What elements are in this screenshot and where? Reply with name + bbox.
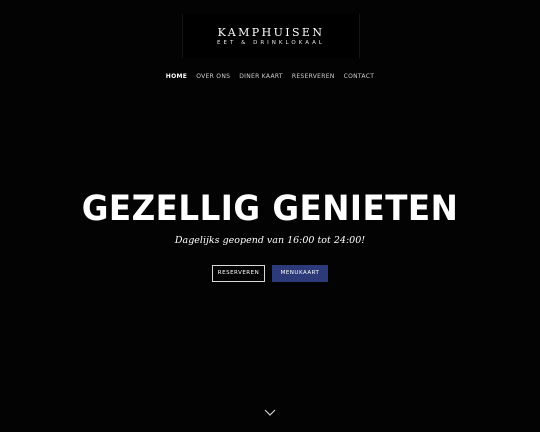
- hero-title: GEZELLIG GENIETEN: [81, 189, 459, 229]
- nav-item-contact[interactable]: Contact: [344, 73, 375, 81]
- nav-item-reserveren[interactable]: Reserveren: [292, 73, 335, 81]
- chevron-down-icon[interactable]: [264, 402, 276, 416]
- main-navigation: Home Over ons Diner kaart Reserveren Con…: [0, 73, 540, 81]
- nav-item-home[interactable]: Home: [166, 73, 187, 81]
- nav-item-over-ons[interactable]: Over ons: [196, 73, 230, 81]
- logo-title: Kamphuisen: [217, 22, 325, 40]
- menukaart-button[interactable]: Menukaart: [272, 265, 328, 282]
- site-logo[interactable]: Kamphuisen Eet & Drinklokaal: [182, 14, 360, 58]
- hero-subtitle: Dagelijks geopend van 16:00 tot 24:00!: [174, 235, 366, 246]
- nav-item-diner-kaart[interactable]: Diner kaart: [239, 73, 283, 81]
- page: Kamphuisen Eet & Drinklokaal Home Over o…: [0, 0, 540, 432]
- reserveren-button[interactable]: Reserveren: [212, 265, 265, 282]
- logo-subtitle: Eet & Drinklokaal: [217, 40, 325, 46]
